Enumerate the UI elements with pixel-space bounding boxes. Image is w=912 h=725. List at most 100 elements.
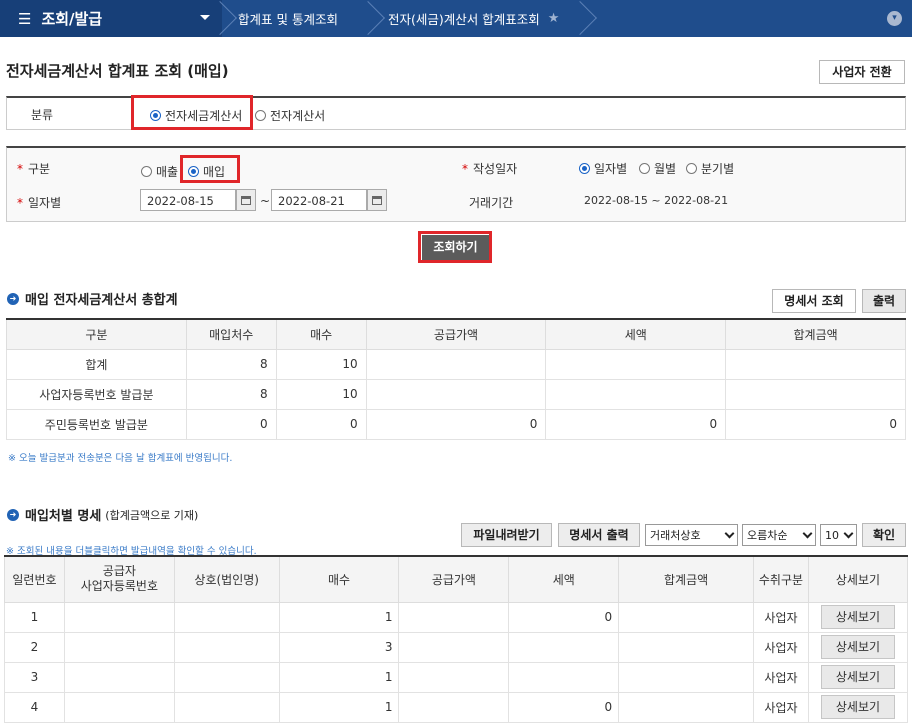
- table-row[interactable]: 3 1 사업자 상세보기: [4, 661, 909, 693]
- summary-cell: [365, 378, 547, 410]
- summary-note: ※ 오늘 발급분과 전송분은 다음 날 합계표에 반영됩니다.: [8, 453, 233, 464]
- summary-cell: [725, 348, 906, 380]
- radio-unselected-icon: [255, 110, 266, 121]
- detail-cell: [63, 631, 175, 663]
- main-menu-button[interactable]: ☰ 조회/발급: [0, 0, 222, 37]
- breadcrumb-separator: [351, 1, 385, 35]
- print-button[interactable]: 출력: [862, 289, 906, 313]
- summary-cell: [365, 348, 547, 380]
- page-size-select[interactable]: 10: [820, 524, 857, 546]
- sort-order-value: 오름차순: [747, 529, 788, 542]
- detail-cell: [173, 661, 280, 693]
- detail-header: 수취구분: [753, 555, 809, 603]
- chevron-down-icon: [802, 528, 813, 538]
- detail-header: 공급가액: [398, 555, 510, 603]
- summary-cell: 0: [185, 408, 277, 440]
- radio-sales[interactable]: 매출: [141, 163, 178, 180]
- detail-header: 상호(법인명): [173, 555, 280, 603]
- detail-cell: 0: [508, 601, 620, 633]
- sort-field-select[interactable]: 거래처상호: [645, 524, 738, 546]
- summary-cell: [545, 348, 727, 380]
- radio-monthly[interactable]: 월별: [639, 160, 676, 177]
- detail-header: 세액: [508, 555, 620, 603]
- table-row[interactable]: 4 1 0 사업자 상세보기: [4, 691, 909, 723]
- breadcrumb-item-current[interactable]: 전자(세금)계산서 합계표조회 ★: [388, 0, 559, 37]
- page-title: 전자세금계산서 합계표 조회 (매입): [6, 62, 229, 80]
- favorite-star-icon[interactable]: ★: [548, 11, 560, 26]
- detail-cell: 3: [4, 661, 65, 693]
- summary-section-title: ➜ 매입 전자세금계산서 총합계: [7, 289, 178, 308]
- type-label: * 구분: [17, 162, 51, 176]
- view-detail-button[interactable]: 상세보기: [820, 665, 895, 689]
- search-panel: * 구분 매출 매입 * 작성일자 일자별 월별 분기별 * 일자별 2022-08-…: [6, 146, 906, 222]
- view-detail-button[interactable]: 상세보기: [820, 605, 895, 629]
- chevron-down-icon: [724, 528, 735, 538]
- detail-button-cell: 상세보기: [807, 601, 909, 633]
- detail-cell: [618, 631, 754, 663]
- query-button[interactable]: 조회하기: [422, 235, 489, 260]
- detail-cell: [618, 601, 754, 633]
- detail-header: 매수: [278, 555, 400, 603]
- detail-cell: 2: [4, 631, 65, 663]
- end-date-input[interactable]: 2022-08-21: [271, 189, 367, 211]
- radio-selected-icon: [579, 163, 590, 174]
- table-row[interactable]: 1 1 0 사업자 상세보기: [4, 601, 909, 633]
- detail-button-cell: 상세보기: [807, 691, 909, 723]
- summary-cell: 0: [545, 408, 727, 440]
- detail-cell: [63, 661, 175, 693]
- arrow-right-icon: ➜: [7, 508, 19, 521]
- highlight-box: [180, 155, 240, 183]
- detail-section-title: ➜ 매입처별 명세 (합계금액으로 기재): [7, 505, 198, 524]
- detail-cell: [398, 691, 510, 723]
- menu-title: 조회/발급: [41, 10, 103, 28]
- detail-cell: 사업자: [753, 631, 809, 663]
- detail-table: 일련번호 공급자 사업자등록번호 상호(법인명) 매수 공급가액 세액 합계금액…: [4, 555, 909, 723]
- summary-row: 사업자등록번호 발급분 8 10: [6, 378, 906, 410]
- view-detail-button[interactable]: 상세보기: [820, 695, 895, 719]
- summary-header: 공급가액: [365, 318, 547, 350]
- date-range-tilde: ~: [260, 194, 271, 208]
- radio-invoice[interactable]: 전자계산서: [255, 107, 325, 124]
- radio-label: 전자계산서: [270, 109, 326, 123]
- view-statement-button[interactable]: 명세서 조회: [772, 289, 856, 313]
- table-row[interactable]: 2 3 사업자 상세보기: [4, 631, 909, 663]
- summary-row-label: 주민등록번호 발급분: [6, 408, 187, 440]
- detail-cell: 1: [278, 691, 400, 723]
- start-date-input[interactable]: 2022-08-15: [140, 189, 236, 211]
- detail-header: 상세보기: [807, 555, 909, 603]
- hamburger-icon: ☰: [18, 9, 32, 28]
- radio-label: 분기별: [701, 162, 735, 176]
- calendar-icon[interactable]: [367, 189, 387, 211]
- date-type-label: * 작성일자: [462, 162, 518, 176]
- view-detail-button[interactable]: 상세보기: [820, 635, 895, 659]
- radio-daily[interactable]: 일자별: [579, 160, 627, 177]
- calendar-icon[interactable]: [236, 189, 256, 211]
- summary-table: 구분 매입처수 매수 공급가액 세액 합계금액 합계 8 10 사업자등록번호 발급분…: [6, 318, 906, 440]
- top-navigation-bar: ☰ 조회/발급 합계표 및 통계조회 전자(세금)계산서 합계표조회 ★ ▾: [0, 0, 912, 37]
- summary-header: 세액: [545, 318, 727, 350]
- breadcrumb-current-label: 전자(세금)계산서 합계표조회: [388, 12, 540, 27]
- category-label: 분류: [31, 108, 54, 122]
- breadcrumb-item-stats[interactable]: 합계표 및 통계조회: [238, 0, 338, 37]
- radio-quarterly[interactable]: 분기별: [686, 160, 734, 177]
- summary-row: 주민등록번호 발급분 0 0 0 0 0: [6, 408, 906, 440]
- summary-cell: 0: [365, 408, 547, 440]
- highlight-box: [131, 95, 253, 130]
- detail-cell: 4: [4, 691, 65, 723]
- print-statement-button[interactable]: 명세서 출력: [558, 523, 640, 547]
- detail-cell: [63, 691, 175, 723]
- download-file-button[interactable]: 파일내려받기: [461, 523, 552, 547]
- switch-business-button[interactable]: 사업자 전환: [819, 60, 905, 84]
- confirm-button[interactable]: 확인: [862, 523, 906, 547]
- detail-header: 합계금액: [618, 555, 754, 603]
- detail-cell: 사업자: [753, 661, 809, 693]
- summary-cell: [545, 378, 727, 410]
- detail-cell: [508, 661, 620, 693]
- detail-cell: 0: [508, 691, 620, 723]
- detail-cell: 3: [278, 631, 400, 663]
- chevron-down-icon[interactable]: ▾: [887, 11, 902, 26]
- detail-button-cell: 상세보기: [807, 661, 909, 693]
- radio-label: 월별: [654, 162, 677, 176]
- sort-order-select[interactable]: 오름차순: [742, 524, 816, 546]
- detail-cell: [618, 661, 754, 693]
